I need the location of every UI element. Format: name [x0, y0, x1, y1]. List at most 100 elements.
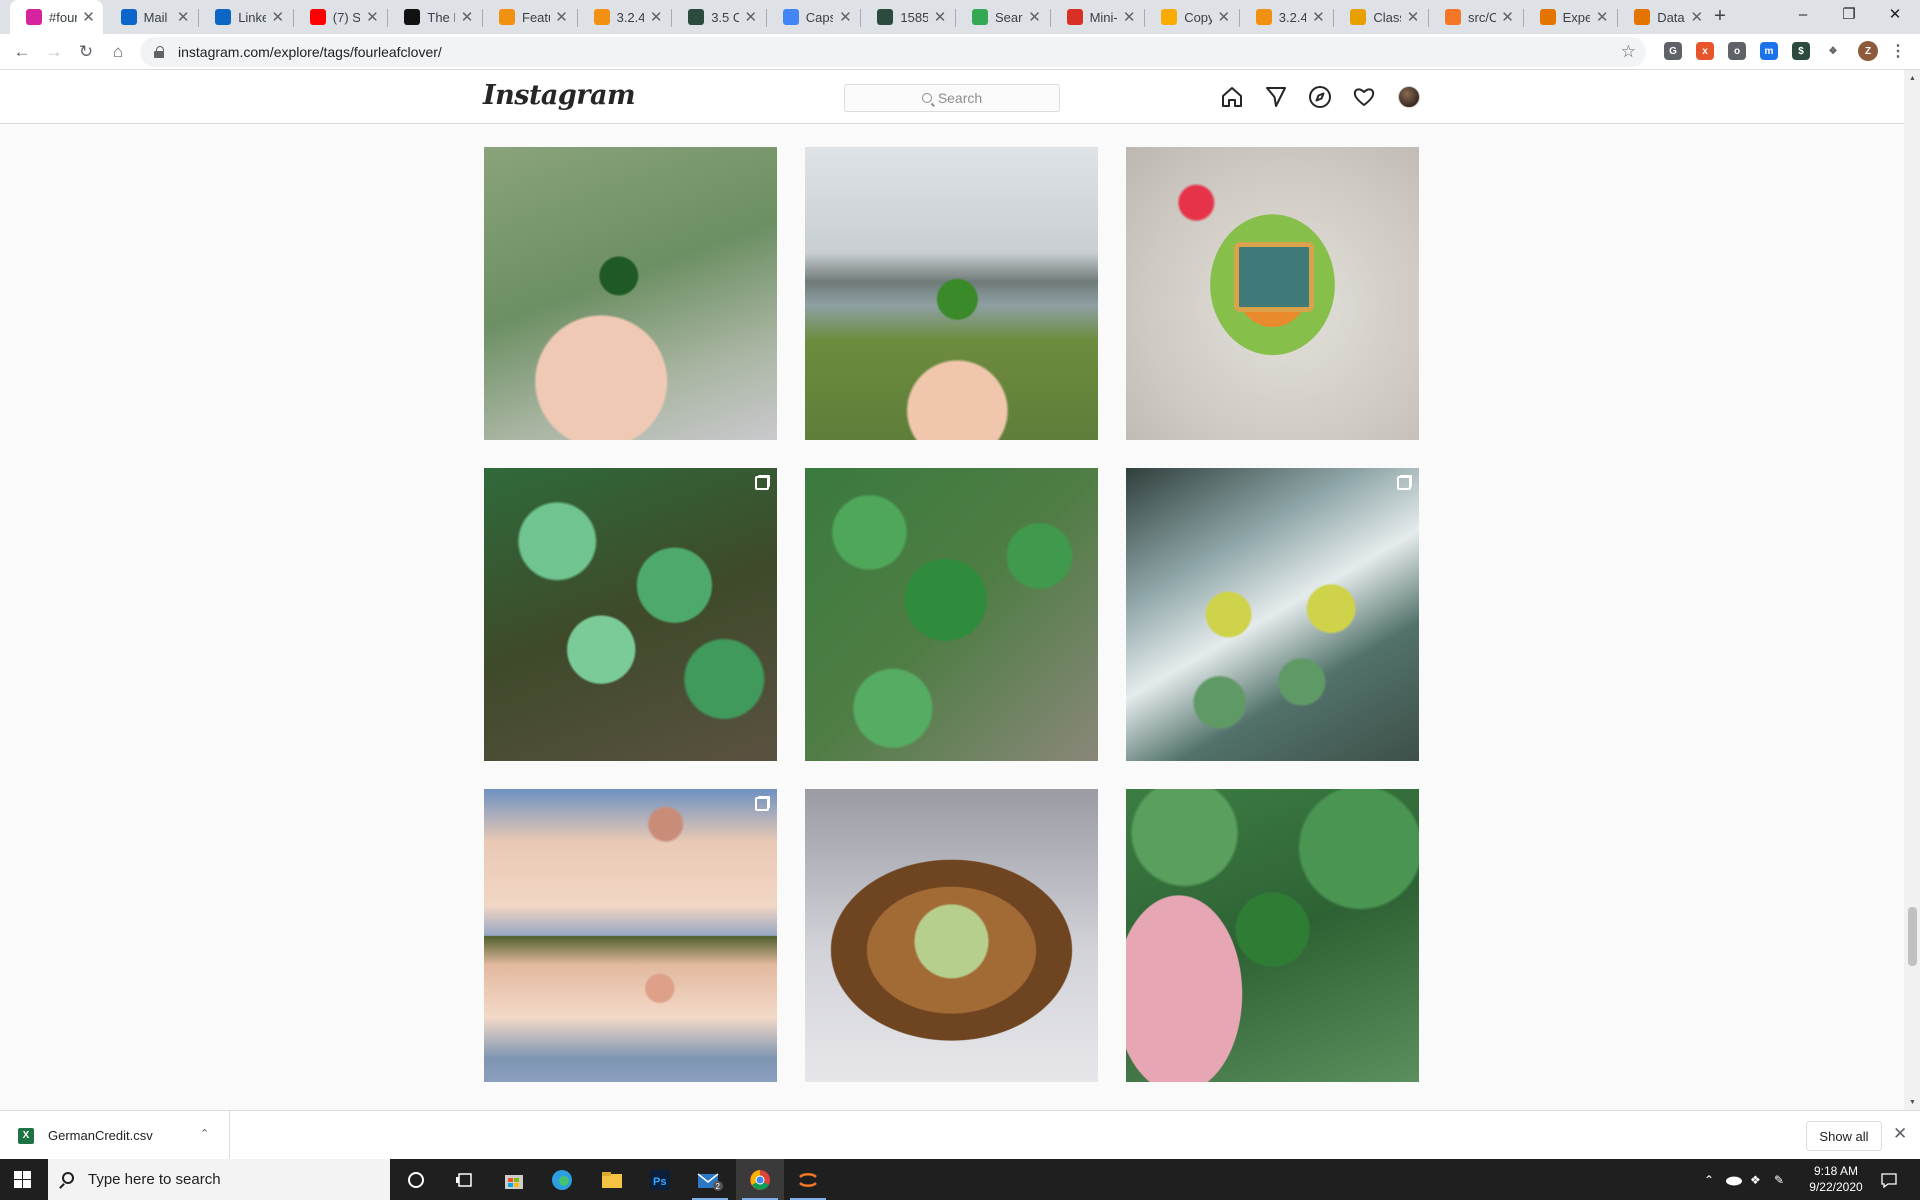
tab-close-icon[interactable]: ✕ [81, 8, 97, 26]
home-button-icon[interactable]: ⌂ [104, 38, 132, 66]
browser-tab[interactable]: Mail -✕ [105, 0, 198, 34]
minimize-button[interactable]: – [1780, 0, 1826, 30]
post-thumbnail[interactable] [1126, 147, 1419, 440]
edge-icon[interactable] [538, 1159, 586, 1200]
menu-kebab-icon[interactable]: ⋮ [1889, 42, 1907, 60]
windows-start-icon[interactable] [14, 1171, 31, 1188]
clock-date: 9/22/2020 [1809, 1180, 1863, 1194]
browser-tab[interactable]: src/C ✕ [1429, 0, 1522, 34]
instagram-search-input[interactable]: Search [844, 84, 1060, 112]
profile-avatar-button[interactable]: Z [1858, 41, 1878, 61]
browser-tab[interactable]: Featu✕ [483, 0, 576, 34]
chrome-icon[interactable] [736, 1159, 784, 1200]
cortana-icon[interactable] [392, 1159, 440, 1200]
action-center-icon[interactable] [1880, 1159, 1898, 1200]
post-thumbnail[interactable] [805, 468, 1098, 761]
scroll-up-arrow-icon[interactable]: ▲ [1908, 74, 1917, 83]
browser-tab[interactable]: 3.2.4.✕ [578, 0, 671, 34]
file-explorer-icon[interactable] [588, 1159, 636, 1200]
browser-tab[interactable]: 3.2.4.✕ [1240, 0, 1333, 34]
tab-close-icon[interactable]: ✕ [364, 8, 380, 26]
tab-close-icon[interactable]: ✕ [648, 8, 664, 26]
post-thumbnail[interactable] [484, 147, 777, 440]
show-all-button[interactable]: Show all [1806, 1121, 1882, 1151]
browser-tab[interactable]: #four ✕ [10, 0, 103, 34]
post-thumbnail[interactable] [805, 789, 1098, 1082]
browser-tab[interactable]: 1585!✕ [861, 0, 954, 34]
browser-tab[interactable]: Capst✕ [767, 0, 860, 34]
ext-orange-icon[interactable]: x [1696, 42, 1714, 60]
browser-tab[interactable]: Expe ✕ [1524, 0, 1617, 34]
new-tab-button[interactable]: + [1706, 3, 1734, 31]
scrollbar-thumb[interactable] [1908, 907, 1917, 966]
browser-tab[interactable]: (7) Su✕ [294, 0, 387, 34]
tab-close-icon[interactable]: ✕ [1216, 8, 1232, 26]
tab-close-icon[interactable]: ✕ [459, 8, 475, 26]
ext-m-icon[interactable]: m [1760, 42, 1778, 60]
activity-heart-icon[interactable] [1351, 84, 1377, 110]
ext-circle-icon[interactable]: o [1728, 42, 1746, 60]
tab-close-icon[interactable]: ✕ [1405, 8, 1421, 26]
system-clock[interactable]: 9:18 AM 9/22/2020 [1796, 1163, 1876, 1195]
close-icon[interactable]: ✕ [1893, 1124, 1907, 1144]
tab-close-icon[interactable]: ✕ [175, 8, 191, 26]
tab-close-icon[interactable]: ✕ [1594, 8, 1610, 26]
browser-tab[interactable]: 3.5 Cl✕ [672, 0, 765, 34]
photoshop-icon[interactable]: Ps [636, 1159, 684, 1200]
close-window-button[interactable]: ✕ [1872, 0, 1918, 30]
instagram-logo[interactable]: Instagram [483, 80, 636, 111]
back-icon[interactable]: ← [8, 38, 36, 66]
page-scrollbar[interactable]: ▲ ▼ [1904, 70, 1920, 1110]
scroll-down-arrow-icon[interactable]: ▼ [1908, 1098, 1917, 1107]
tray-chevron-up-icon[interactable]: ⌃ [1704, 1159, 1714, 1200]
pen-icon[interactable]: ✎ [1774, 1159, 1784, 1200]
tab-close-icon[interactable]: ✕ [837, 8, 853, 26]
jupyter-icon [1445, 9, 1461, 25]
tab-close-icon[interactable]: ✕ [932, 8, 948, 26]
jupyter-icon[interactable] [784, 1159, 832, 1200]
explore-icon[interactable] [1307, 84, 1333, 110]
browser-tab[interactable]: Copy ✕ [1145, 0, 1238, 34]
mail-icon[interactable]: 2 [686, 1159, 734, 1200]
tab-close-icon[interactable]: ✕ [1027, 8, 1043, 26]
post-thumbnail[interactable] [484, 468, 777, 761]
tab-close-icon[interactable]: ✕ [743, 8, 759, 26]
tab-close-icon[interactable]: ✕ [1121, 8, 1137, 26]
tab-close-icon[interactable]: ✕ [1689, 8, 1705, 26]
post-thumbnail[interactable] [1126, 789, 1419, 1082]
browser-tab[interactable]: Mini- ✕ [1051, 0, 1144, 34]
post-thumbnail[interactable] [805, 147, 1098, 440]
bookmark-star-icon[interactable]: ☆ [1621, 42, 1636, 62]
forward-icon[interactable]: → [40, 38, 68, 66]
direct-icon[interactable] [1263, 84, 1289, 110]
browser-tab[interactable]: Data ✕ [1618, 0, 1711, 34]
microsoft-store-icon[interactable] [490, 1159, 538, 1200]
ext-dollar-icon[interactable]: $ [1792, 42, 1810, 60]
reload-icon[interactable]: ↻ [72, 38, 100, 66]
download-item[interactable]: X GermanCredit.csv ⌃ [0, 1111, 230, 1160]
taskbar-search-input[interactable]: Type here to search [48, 1159, 390, 1200]
extensions-puzzle-icon[interactable]: ❖ [1824, 42, 1842, 60]
tab-strip: #four✕Mail -✕Linke✕(7) Su✕The N✕Featu✕3.… [0, 0, 1920, 34]
onedrive-cloud-icon[interactable] [1724, 1159, 1742, 1200]
tab-close-icon[interactable]: ✕ [1500, 8, 1516, 26]
post-thumbnail[interactable] [1126, 468, 1419, 761]
home-icon[interactable] [1219, 84, 1245, 110]
address-url: instagram.com/explore/tags/fourleafclove… [178, 44, 442, 60]
browser-tab[interactable]: Class✕ [1334, 0, 1427, 34]
tab-close-icon[interactable]: ✕ [1310, 8, 1326, 26]
task-view-icon[interactable] [440, 1159, 488, 1200]
tab-close-icon[interactable]: ✕ [554, 8, 570, 26]
profile-avatar[interactable] [1398, 86, 1420, 108]
docs-icon [782, 9, 799, 25]
chevron-up-icon[interactable]: ⌃ [200, 1127, 209, 1140]
address-bar[interactable]: instagram.com/explore/tags/fourleafclove… [140, 37, 1646, 67]
grammarly-icon[interactable]: G [1664, 42, 1682, 60]
browser-tab[interactable]: Linke ✕ [199, 0, 292, 34]
dropbox-icon[interactable]: ❖ [1750, 1159, 1761, 1200]
post-thumbnail[interactable] [484, 789, 777, 1082]
browser-tab[interactable]: The N✕ [388, 0, 481, 34]
tab-close-icon[interactable]: ✕ [270, 8, 286, 26]
restore-button[interactable]: ❐ [1826, 0, 1872, 30]
browser-tab[interactable]: Searc✕ [956, 0, 1049, 34]
